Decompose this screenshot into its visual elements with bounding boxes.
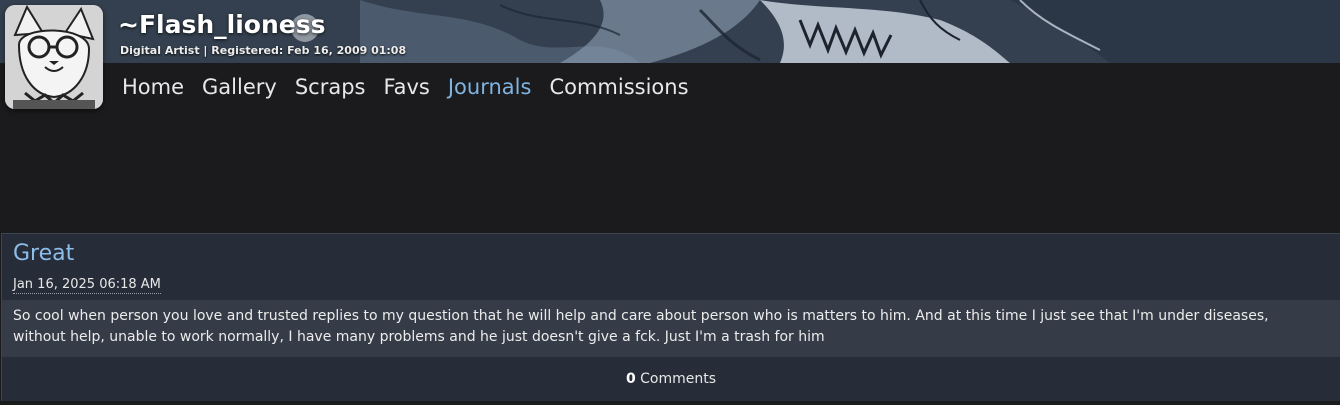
journal-comments-link[interactable]: 0 Comments [2, 357, 1340, 401]
nav-journals[interactable]: Journals [448, 75, 532, 99]
journal-body: So cool when person you love and trusted… [2, 300, 1340, 357]
profile-page: ~Flash_lioness Digital Artist | Register… [0, 0, 1340, 405]
avatar[interactable] [5, 5, 103, 109]
journal-title[interactable]: Great [13, 241, 74, 266]
comments-label: Comments [640, 371, 717, 387]
journal-entry: Great Jan 16, 2025 06:18 AM So cool when… [1, 233, 1340, 401]
profile-username[interactable]: ~Flash_lioness [118, 10, 325, 39]
profile-nav: Home Gallery Scraps Favs Journals Commis… [122, 75, 707, 99]
journal-date: Jan 16, 2025 06:18 AM [13, 277, 161, 294]
comment-count: 0 [625, 371, 636, 387]
profile-meta: Digital Artist | Registered: Feb 16, 200… [120, 44, 407, 57]
nav-commissions[interactable]: Commissions [549, 75, 688, 99]
nav-favs[interactable]: Favs [383, 75, 429, 99]
nav-gallery[interactable]: Gallery [202, 75, 277, 99]
avatar-illustration [5, 5, 103, 109]
nav-scraps[interactable]: Scraps [295, 75, 366, 99]
nav-home[interactable]: Home [122, 75, 184, 99]
